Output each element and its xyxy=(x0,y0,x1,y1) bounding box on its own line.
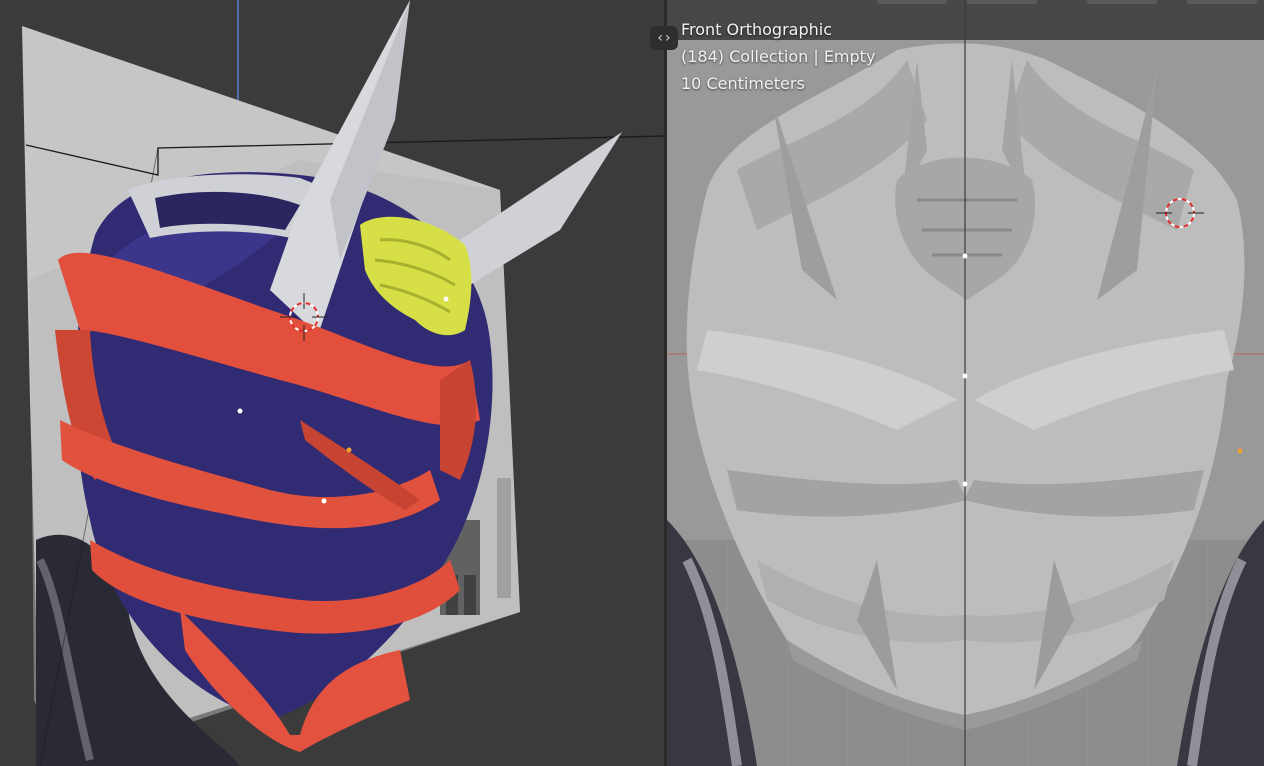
origin-point xyxy=(962,253,968,259)
origin-point xyxy=(1237,448,1243,454)
area-toggle-button[interactable]: ‹ › xyxy=(650,26,678,50)
origin-point xyxy=(962,373,968,379)
scale-info-label: 10 Centimeters xyxy=(681,74,805,93)
origin-point xyxy=(321,498,327,504)
origin-point xyxy=(443,296,449,302)
header-tab[interactable] xyxy=(877,0,947,4)
header-tab[interactable] xyxy=(1087,0,1157,4)
header-tab[interactable] xyxy=(1187,0,1257,4)
origin-point xyxy=(237,408,243,414)
right-viewport-scene[interactable] xyxy=(667,0,1264,766)
left-viewport-scene[interactable] xyxy=(0,0,664,766)
left-3d-viewport[interactable] xyxy=(0,0,664,766)
origin-point xyxy=(962,481,968,487)
origin-point xyxy=(346,447,352,453)
right-3d-viewport[interactable]: Front Orthographic (184) Collection | Em… xyxy=(667,0,1264,766)
chevron-right-icon[interactable]: › xyxy=(665,26,671,50)
chevron-left-icon[interactable]: ‹ xyxy=(657,26,663,50)
collection-info-label: (184) Collection | Empty xyxy=(681,47,876,66)
view-name-label: Front Orthographic xyxy=(681,20,833,39)
header-tab[interactable] xyxy=(967,0,1037,4)
